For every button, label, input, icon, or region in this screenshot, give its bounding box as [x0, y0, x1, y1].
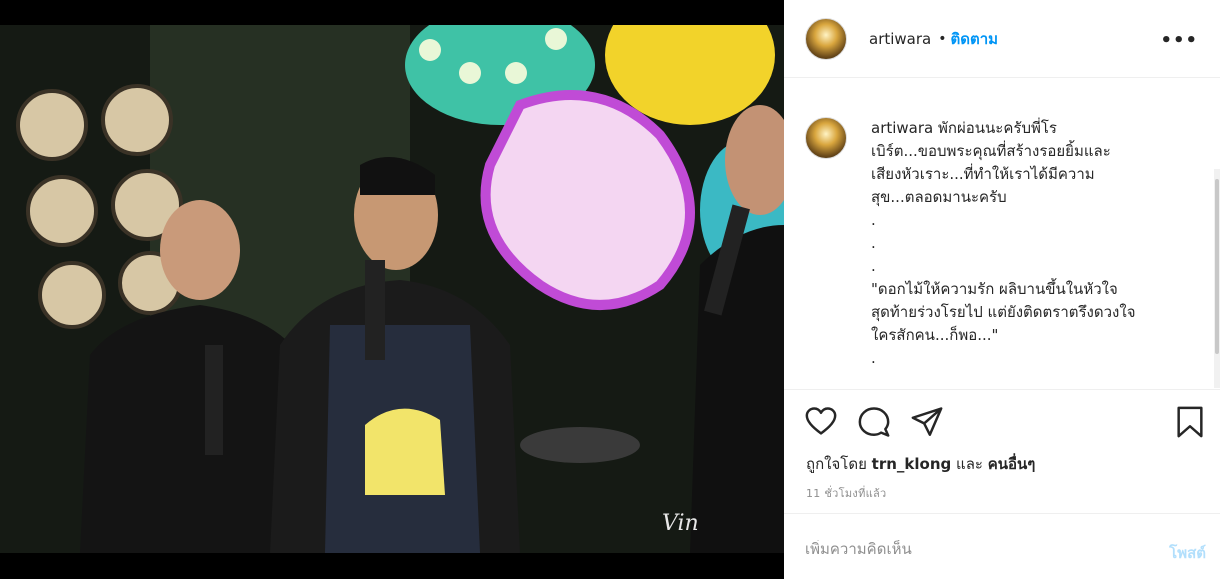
liked-by-user[interactable]: trn_klong: [872, 455, 952, 473]
caption-line: "ดอกไม้ให้ความรัก ผลิบานขึ้นในหัวใจ: [871, 280, 1118, 298]
caption-line: เบิร์ต...ขอบพระคุณที่สร้างรอยยิ้มและ: [871, 142, 1111, 160]
photo-illustration: Vin: [0, 25, 784, 553]
author-username[interactable]: artiwara: [869, 30, 931, 48]
likes-others-link[interactable]: คนอื่นๆ: [988, 455, 1036, 473]
author-avatar[interactable]: [805, 17, 847, 60]
scrollbar-thumb[interactable]: [1215, 179, 1219, 354]
comments-scrollbar[interactable]: [1214, 169, 1220, 388]
follow-button[interactable]: ติดตาม: [951, 27, 999, 51]
caption-username[interactable]: artiwara: [871, 119, 933, 137]
caption-line: .: [871, 257, 876, 275]
caption-line: .: [871, 349, 876, 367]
caption-line: ใครสักคน...ก็พอ...": [871, 326, 999, 344]
paper-plane-icon[interactable]: [910, 405, 944, 439]
post-photo-area: Vin: [0, 0, 784, 579]
separator-dot: •: [938, 30, 947, 47]
more-options-icon[interactable]: •••: [1160, 30, 1198, 51]
bookmark-icon[interactable]: [1173, 405, 1207, 439]
caption-avatar[interactable]: [805, 117, 847, 159]
post-timestamp[interactable]: 11 ชั่วโมงที่แล้ว: [806, 484, 887, 502]
likes-prefix: ถูกใจโดย: [806, 455, 867, 473]
caption-text: artiwara พักผ่อนนะครับพี่โร เบิร์ต...ขอบ…: [871, 117, 1171, 370]
comment-icon[interactable]: [857, 405, 891, 439]
caption-comment: artiwara พักผ่อนนะครับพี่โร เบิร์ต...ขอบ…: [805, 117, 1171, 370]
likes-conj: และ: [956, 455, 983, 473]
post-comment-button[interactable]: โพสต์: [1169, 541, 1206, 565]
caption-line: สุดท้ายร่วงโรยไป แต่ยังติดตราตรึงดวงใจ: [871, 303, 1136, 321]
post-sidebar: artiwara • ติดตาม ••• artiwara พักผ่อนนะ…: [784, 0, 1220, 579]
comments-section: artiwara พักผ่อนนะครับพี่โร เบิร์ต...ขอบ…: [784, 79, 1220, 388]
post-actions: ถูกใจโดย trn_klong และ คนอื่นๆ 11 ชั่วโม…: [784, 389, 1220, 513]
add-comment-bar: โพสต์: [784, 513, 1220, 579]
caption-line: .: [871, 234, 876, 252]
comment-input[interactable]: [805, 540, 1135, 558]
photo-signature: Vin: [662, 511, 699, 536]
post-photo[interactable]: Vin: [0, 25, 784, 553]
caption-line: .: [871, 211, 876, 229]
caption-line: เสียงหัวเราะ...ที่ทำให้เราได้มีความ: [871, 165, 1095, 183]
heart-icon[interactable]: [804, 405, 838, 439]
likes-summary: ถูกใจโดย trn_klong และ คนอื่นๆ: [806, 452, 1035, 476]
post-header: artiwara • ติดตาม •••: [784, 0, 1220, 78]
caption-line: พักผ่อนนะครับพี่โร: [938, 119, 1057, 137]
caption-line: สุข...ตลอดมานะครับ: [871, 188, 1007, 206]
